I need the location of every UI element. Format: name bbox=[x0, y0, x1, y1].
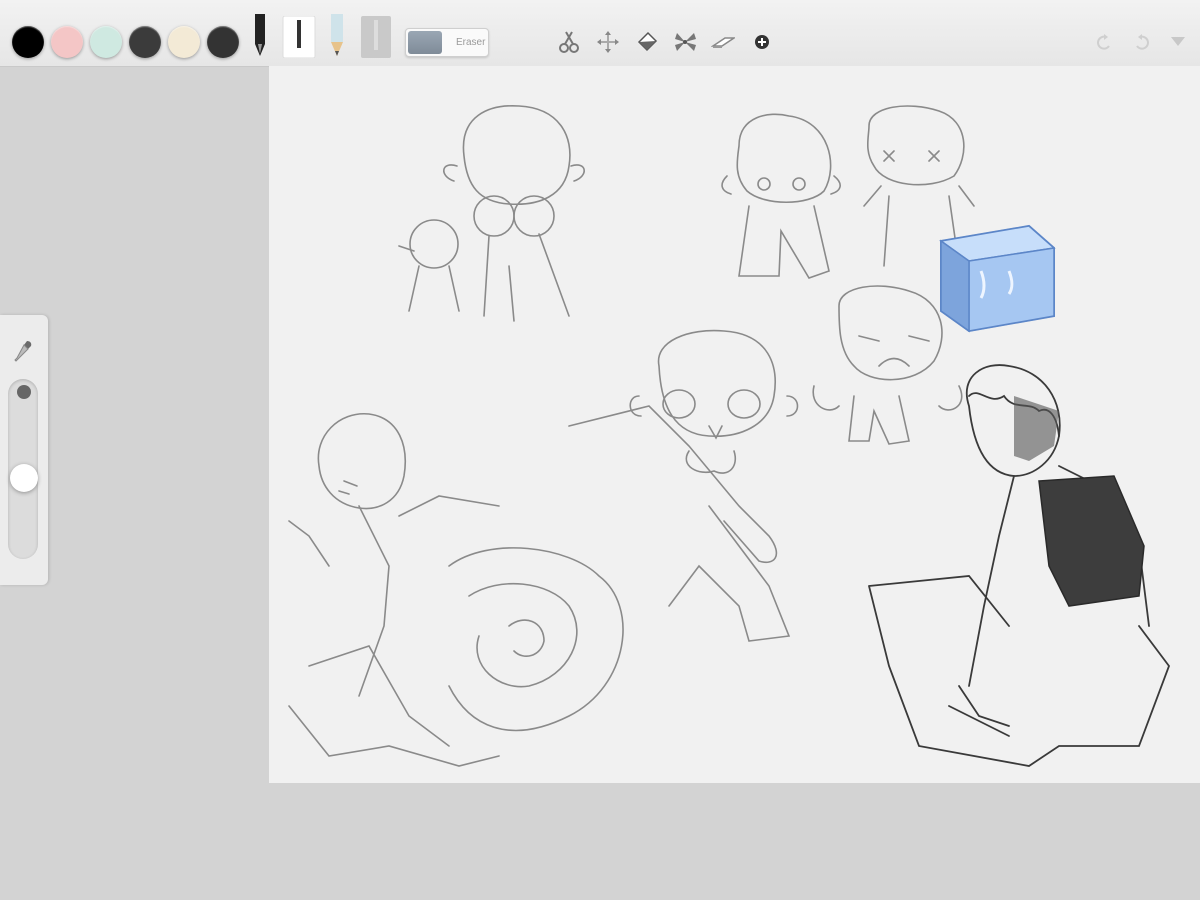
opacity-slider-thumb[interactable] bbox=[10, 464, 38, 492]
toolbar: Eraser bbox=[0, 0, 1200, 67]
drawing-canvas[interactable] bbox=[269, 66, 1200, 783]
swatch-dark-gray[interactable] bbox=[129, 26, 161, 58]
swatch-black[interactable] bbox=[12, 26, 44, 58]
brush-settings-panel bbox=[0, 315, 48, 585]
sketch-drawing bbox=[288, 105, 1171, 767]
pen-icon[interactable] bbox=[250, 14, 270, 58]
fan-brush-icon[interactable] bbox=[673, 30, 697, 54]
swatch-pink[interactable] bbox=[51, 26, 83, 58]
brush-size-indicator bbox=[17, 385, 31, 399]
eraser-toggle[interactable]: Eraser bbox=[405, 28, 489, 57]
add-icon[interactable] bbox=[753, 33, 771, 51]
eraser-knob bbox=[408, 31, 442, 54]
fill-bucket-icon[interactable] bbox=[635, 30, 659, 54]
swatch-mint[interactable] bbox=[90, 26, 122, 58]
ice-cube-sticker bbox=[939, 224, 1056, 333]
marker-icon[interactable] bbox=[282, 16, 316, 58]
eraser-label: Eraser bbox=[456, 37, 486, 48]
swatch-charcoal[interactable] bbox=[207, 26, 239, 58]
pencil-icon[interactable] bbox=[325, 14, 349, 58]
undo-icon[interactable] bbox=[1094, 32, 1114, 52]
swatch-cream[interactable] bbox=[168, 26, 200, 58]
crayon-icon[interactable] bbox=[360, 16, 392, 58]
menu-chevron-icon[interactable] bbox=[1170, 34, 1186, 48]
eyedropper-icon[interactable] bbox=[14, 339, 34, 363]
scissors-icon[interactable] bbox=[557, 30, 581, 54]
move-icon[interactable] bbox=[596, 30, 620, 54]
smudge-icon[interactable] bbox=[711, 30, 735, 54]
redo-icon[interactable] bbox=[1132, 32, 1152, 52]
